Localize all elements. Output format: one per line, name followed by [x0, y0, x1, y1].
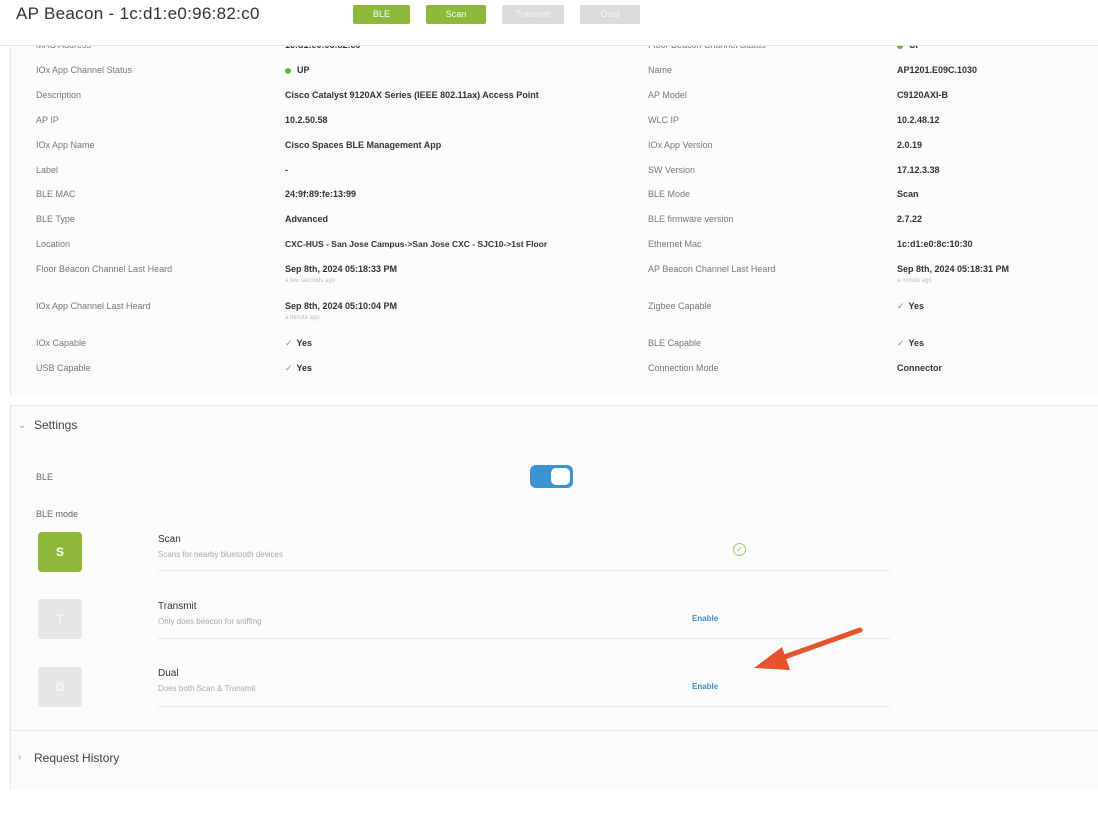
prop-value: Sep 8th, 2024 05:10:04 PM	[285, 301, 398, 311]
prop-label: IOx Capable	[36, 338, 87, 348]
header-button-transmit[interactable]: Transmit	[502, 5, 564, 24]
check-icon: ✓	[285, 338, 293, 348]
ble-label: BLE	[36, 472, 54, 482]
prop-value: 2.0.19	[897, 140, 923, 150]
prop-label: AP IP	[36, 115, 59, 125]
transmit-mode-icon: T	[38, 599, 82, 639]
prop-value: Yes	[908, 338, 925, 348]
settings-title[interactable]: Settings	[34, 418, 77, 432]
prop-value: 10.2.48.12	[897, 115, 940, 125]
check-icon: ✓	[897, 301, 905, 311]
prop-label: AP Model	[648, 90, 687, 100]
mode-name: Dual	[158, 668, 179, 679]
prop-label: BLE MAC	[36, 189, 76, 199]
prop-value: 17.12.3.38	[897, 165, 940, 175]
mode-name: Scan	[158, 534, 181, 545]
prop-value: Yes	[296, 363, 313, 373]
prop-value: Yes	[296, 338, 313, 348]
header-button-scan[interactable]: Scan	[426, 5, 486, 24]
prop-value: AP1201.E09C.1030	[897, 65, 978, 75]
toggle-knob	[551, 468, 570, 485]
prop-value: C9120AXI-B	[897, 90, 949, 100]
chevron-right-icon[interactable]: ›	[18, 752, 21, 763]
status-dot-icon	[285, 67, 291, 74]
ble-toggle[interactable]	[530, 465, 573, 488]
prop-label: USB Capable	[36, 363, 91, 373]
prop-label: BLE Capable	[648, 338, 702, 348]
relative-time: a minute ago	[285, 315, 320, 321]
prop-label: IOx App Channel Last Heard	[36, 301, 151, 311]
enable-transmit-link[interactable]: Enable	[692, 614, 718, 623]
prop-value: 24:9f:89:fe:13:99	[285, 189, 357, 199]
prop-value: Connector	[897, 363, 942, 373]
prop-value: Sep 8th, 2024 05:18:33 PM	[285, 264, 398, 274]
header-button-dual[interactable]: Dual	[580, 5, 640, 24]
prop-value-yes: ✓ Yes	[285, 338, 312, 349]
prop-label: Name	[648, 65, 673, 75]
prop-value-yes: ✓ Yes	[897, 338, 924, 349]
mode-name: Transmit	[158, 601, 197, 612]
relative-time: a few seconds ago	[285, 278, 336, 284]
prop-label: Ethernet Mac	[648, 239, 702, 249]
prop-label: Label	[36, 165, 59, 175]
prop-value: -	[285, 165, 288, 175]
divider	[158, 570, 890, 571]
request-history-section	[10, 730, 1098, 790]
page-header: AP Beacon - 1c:d1:e0:96:82:c0 BLE Scan T…	[0, 0, 1098, 46]
annotation-arrow-icon	[754, 627, 863, 670]
prop-label: Floor Beacon Channel Last Heard	[36, 264, 173, 274]
prop-value-yes: ✓ Yes	[897, 301, 924, 312]
properties-panel	[10, 30, 1098, 396]
prop-label: Location	[36, 239, 71, 249]
prop-label: IOx App Name	[36, 140, 95, 150]
prop-label: Connection Mode	[648, 363, 719, 373]
prop-value: Sep 8th, 2024 05:18:31 PM	[897, 264, 1010, 274]
mode-description: Only does beacon for sniffing	[158, 617, 262, 626]
dual-mode-icon: D	[38, 667, 82, 707]
selected-check-icon: ✓	[733, 543, 746, 556]
page-title: AP Beacon - 1c:d1:e0:96:82:c0	[16, 4, 260, 23]
relative-time: a minute ago	[897, 278, 932, 284]
prop-value: 2.7.22	[897, 214, 923, 224]
prop-value: UP	[297, 65, 310, 75]
settings-section	[10, 405, 1098, 730]
prop-label: IOx App Version	[648, 140, 713, 150]
check-icon: ✓	[285, 363, 293, 373]
mode-description: Scans for nearby bluetooth devices	[158, 550, 283, 559]
divider	[158, 706, 890, 707]
chevron-down-icon[interactable]: ⌄	[18, 420, 26, 431]
mode-description: Does both Scan & Transmit	[158, 684, 256, 693]
header-button-ble[interactable]: BLE	[353, 5, 410, 24]
prop-label: AP Beacon Channel Last Heard	[648, 264, 776, 274]
check-icon: ✓	[897, 338, 905, 348]
prop-label: IOx App Channel Status	[36, 65, 133, 75]
prop-value-yes: ✓ Yes	[285, 363, 312, 374]
prop-label: SW Version	[648, 165, 696, 175]
scan-mode-icon: S	[38, 532, 82, 572]
prop-value: 10.2.50.58	[285, 115, 328, 125]
prop-label: Zigbee Capable	[648, 301, 712, 311]
prop-label: BLE Mode	[648, 189, 691, 199]
prop-value: Advanced	[285, 214, 329, 224]
enable-dual-link[interactable]: Enable	[692, 682, 718, 691]
prop-label: Description	[36, 90, 82, 100]
prop-value: Scan	[897, 189, 919, 199]
status-up: UP	[285, 65, 310, 75]
prop-label: WLC IP	[648, 115, 680, 125]
ble-mode-label: BLE mode	[36, 509, 79, 519]
prop-label: BLE Type	[36, 214, 75, 224]
prop-label: BLE firmware version	[648, 214, 734, 224]
prop-value: 1c:d1:e0:8c:10:30	[897, 239, 973, 249]
prop-value: Cisco Catalyst 9120AX Series (IEEE 802.1…	[285, 90, 539, 100]
prop-value: CXC-HUS - San Jose Campus->San Jose CXC …	[285, 239, 548, 249]
prop-value: Cisco Spaces BLE Management App	[285, 140, 442, 150]
prop-value: Yes	[908, 301, 925, 311]
request-history-title[interactable]: Request History	[34, 751, 119, 765]
